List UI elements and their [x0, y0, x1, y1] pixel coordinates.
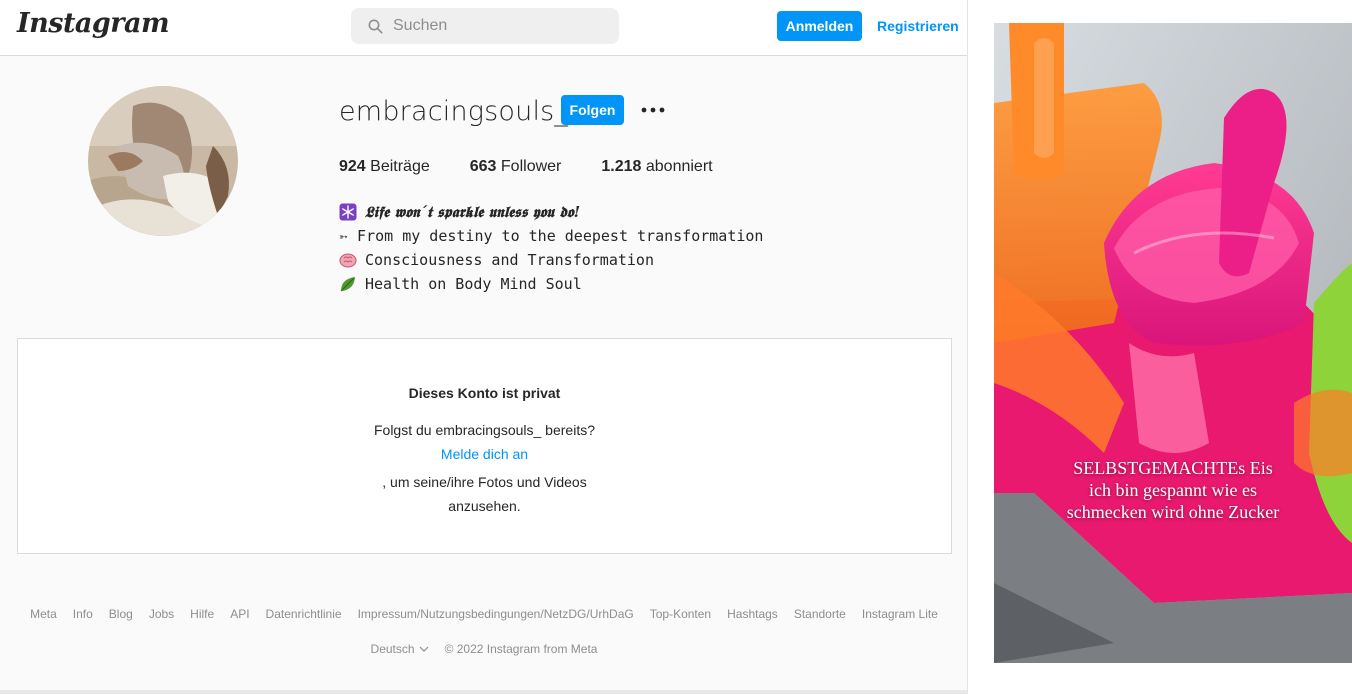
brain-emoji-icon — [339, 253, 357, 268]
caption-line: schmecken wird ohne Zucker — [1066, 502, 1280, 522]
private-explanation-line: , um seine/ihre Fotos und Videos — [382, 474, 587, 490]
footer-link[interactable]: Hilfe — [190, 607, 214, 621]
followers-count: 663 — [469, 158, 497, 175]
caption-line: ich bin gespannt wie es — [1089, 480, 1257, 500]
search-input[interactable] — [393, 17, 593, 35]
more-options-button[interactable] — [640, 96, 666, 124]
copyright-text: © 2022 Instagram from Meta — [444, 642, 598, 656]
instagram-logo[interactable]: Instagram — [17, 8, 170, 39]
snowflake-emoji-icon — [339, 203, 357, 221]
top-navigation-bar: Instagram Anmelden Registrieren — [0, 0, 967, 56]
ellipsis-icon — [641, 107, 665, 113]
footer-link[interactable]: Instagram Lite — [862, 607, 938, 621]
bio-line: Health on Body Mind Soul — [339, 272, 763, 296]
footer-link[interactable]: Blog — [109, 607, 133, 621]
footer-link[interactable]: Meta — [30, 607, 57, 621]
posts-stat: 924 Beiträge — [339, 158, 430, 176]
profile-bio: 𝕷𝖎𝖋𝖊 𝖜𝖔𝖓´𝖙 𝖘𝖕𝖆𝖗𝖐𝖑𝖊 𝖚𝖓𝖑𝖊𝖘𝖘 𝖞𝖔𝖚 𝖉𝖔! ➳ From… — [339, 200, 763, 296]
footer-link[interactable]: Info — [73, 607, 93, 621]
following-label: abonniert — [645, 158, 713, 175]
private-question: Folgst du embracingsouls_ bereits? — [373, 422, 595, 438]
bio-line: Consciousness and Transformation — [339, 248, 763, 272]
private-account-notice: Dieses Konto ist privat Folgst du embrac… — [17, 338, 952, 554]
bio-text: ➳ From my destiny to the deepest transfo… — [339, 227, 764, 245]
followers-label: Follower — [500, 158, 562, 175]
private-explanation: , um seine/ihre Fotos und Videos anzuseh… — [18, 470, 951, 518]
footer-link[interactable]: API — [230, 607, 249, 621]
avatar-photo — [88, 86, 238, 236]
caption-line: SELBSTGEMACHTEs Eis — [1073, 458, 1273, 478]
profile-username: embracingsouls_ — [339, 96, 569, 127]
bio-line: 𝕷𝖎𝖋𝖊 𝖜𝖔𝖓´𝖙 𝖘𝖕𝖆𝖗𝖐𝖑𝖊 𝖚𝖓𝖑𝖊𝖘𝖘 𝖞𝖔𝖚 𝖉𝖔! — [339, 200, 763, 224]
footer-link[interactable]: Datenrichtlinie — [266, 607, 342, 621]
footer-link[interactable]: Top-Konten — [650, 607, 711, 621]
posts-count: 924 — [339, 158, 366, 175]
footer-link[interactable]: Jobs — [149, 607, 174, 621]
promo-image-panel[interactable]: SELBSTGEMACHTEs Eis ich bin gespannt wie… — [994, 23, 1352, 663]
language-label: Deutsch — [370, 642, 415, 656]
bio-text: 𝕷𝖎𝖋𝖊 𝖜𝖔𝖓´𝖙 𝖘𝖕𝖆𝖗𝖐𝖑𝖊 𝖚𝖓𝖑𝖊𝖘𝖘 𝖞𝖔𝖚 𝖉𝖔! — [365, 203, 581, 221]
posts-label: Beiträge — [370, 158, 430, 175]
screen: Instagram Anmelden Registrieren — [0, 0, 1352, 694]
instagram-page: Instagram Anmelden Registrieren — [0, 0, 968, 694]
bio-text: Consciousness and Transformation — [365, 251, 654, 269]
login-prompt-link[interactable]: Melde dich an — [18, 446, 951, 462]
private-title: Dieses Konto ist privat — [408, 385, 561, 401]
leaf-emoji-icon — [340, 277, 355, 292]
profile-stats: 924 Beiträge 663 Follower 1.218 abonnier… — [339, 158, 753, 176]
register-link[interactable]: Registrieren — [877, 18, 959, 34]
chevron-down-icon — [419, 646, 428, 652]
popsicle-molds-photo — [994, 23, 1352, 663]
follow-button[interactable]: Folgen — [561, 95, 624, 125]
footer-link[interactable]: Standorte — [794, 607, 846, 621]
followers-stat[interactable]: 663 Follower — [470, 158, 562, 176]
bio-line: ➳ From my destiny to the deepest transfo… — [339, 224, 763, 248]
search-box[interactable] — [351, 8, 619, 44]
login-button[interactable]: Anmelden — [777, 11, 862, 41]
footer-bottom: Deutsch © 2022 Instagram from Meta — [0, 642, 967, 656]
bio-text: Health on Body Mind Soul — [365, 275, 582, 293]
private-explanation-line: anzusehen. — [448, 498, 521, 514]
language-selector[interactable]: Deutsch — [371, 642, 429, 656]
following-count: 1.218 — [601, 158, 642, 175]
footer-links: Meta Info Blog Jobs Hilfe API Datenricht… — [0, 607, 967, 621]
scroll-strip — [0, 690, 967, 694]
following-stat[interactable]: 1.218 abonniert — [601, 158, 712, 176]
profile-avatar[interactable] — [88, 86, 238, 236]
footer-link[interactable]: Impressum/Nutzungsbedingungen/NetzDG/Urh… — [358, 607, 634, 621]
footer-link[interactable]: Hashtags — [727, 607, 778, 621]
promo-caption: SELBSTGEMACHTEs Eis ich bin gespannt wie… — [994, 457, 1352, 523]
search-icon — [368, 19, 383, 34]
